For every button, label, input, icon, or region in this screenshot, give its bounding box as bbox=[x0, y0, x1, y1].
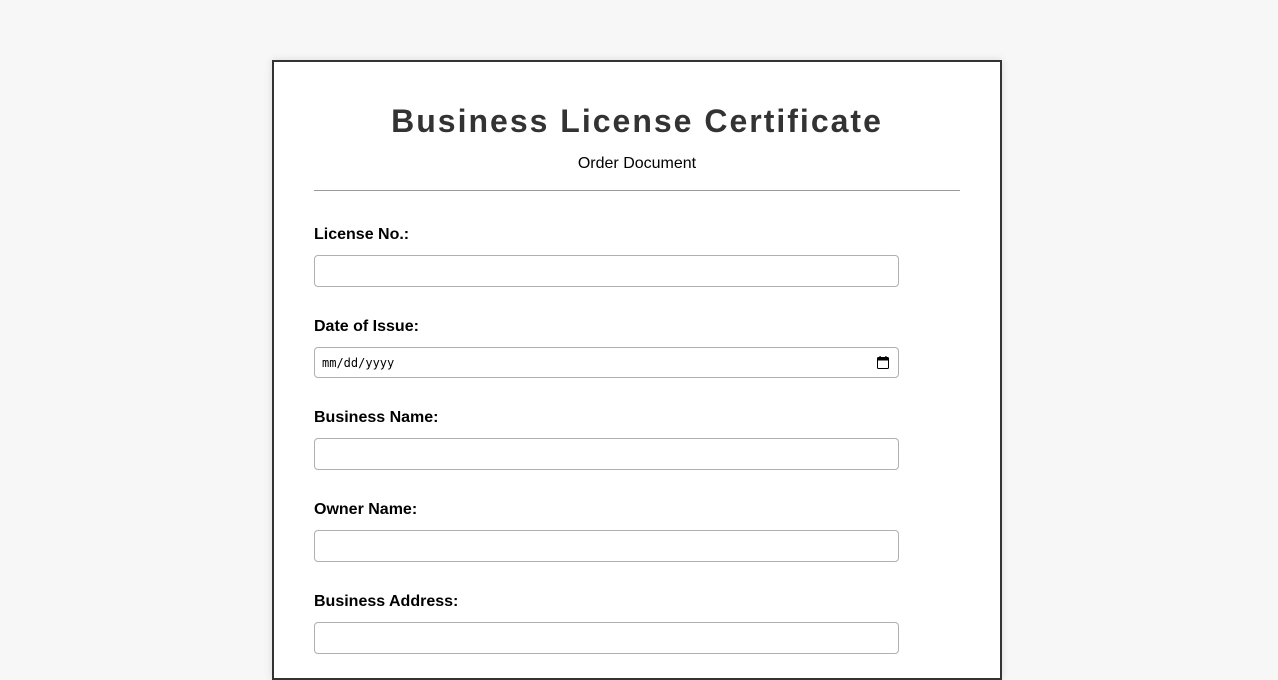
license-form: License No.: Date of Issue: mm/dd/yyyy B… bbox=[314, 225, 960, 654]
certificate-card: Business License Certificate Order Docum… bbox=[272, 60, 1002, 680]
business-name-label: Business Name: bbox=[314, 409, 439, 426]
license-no-field-group: License No.: bbox=[314, 225, 960, 287]
license-no-input[interactable] bbox=[314, 255, 899, 287]
owner-name-label: Owner Name: bbox=[314, 501, 418, 518]
calendar-icon[interactable] bbox=[877, 356, 889, 369]
page-title: Business License Certificate bbox=[391, 103, 883, 139]
date-of-issue-input[interactable]: mm/dd/yyyy bbox=[314, 347, 899, 378]
date-placeholder: mm/dd/yyyy bbox=[322, 356, 395, 370]
business-name-field-group: Business Name: bbox=[314, 408, 960, 470]
business-name-input[interactable] bbox=[314, 438, 899, 470]
owner-name-field-group: Owner Name: bbox=[314, 500, 960, 562]
owner-name-input[interactable] bbox=[314, 530, 899, 562]
date-of-issue-field-group: Date of Issue: mm/dd/yyyy bbox=[314, 317, 960, 378]
business-address-field-group: Business Address: bbox=[314, 592, 960, 654]
header-divider bbox=[314, 190, 960, 191]
date-of-issue-label: Date of Issue: bbox=[314, 318, 419, 335]
page-subtitle: Order Document bbox=[577, 155, 697, 172]
license-no-label: License No.: bbox=[314, 226, 410, 243]
business-address-input[interactable] bbox=[314, 622, 899, 654]
business-address-label: Business Address: bbox=[314, 593, 459, 610]
